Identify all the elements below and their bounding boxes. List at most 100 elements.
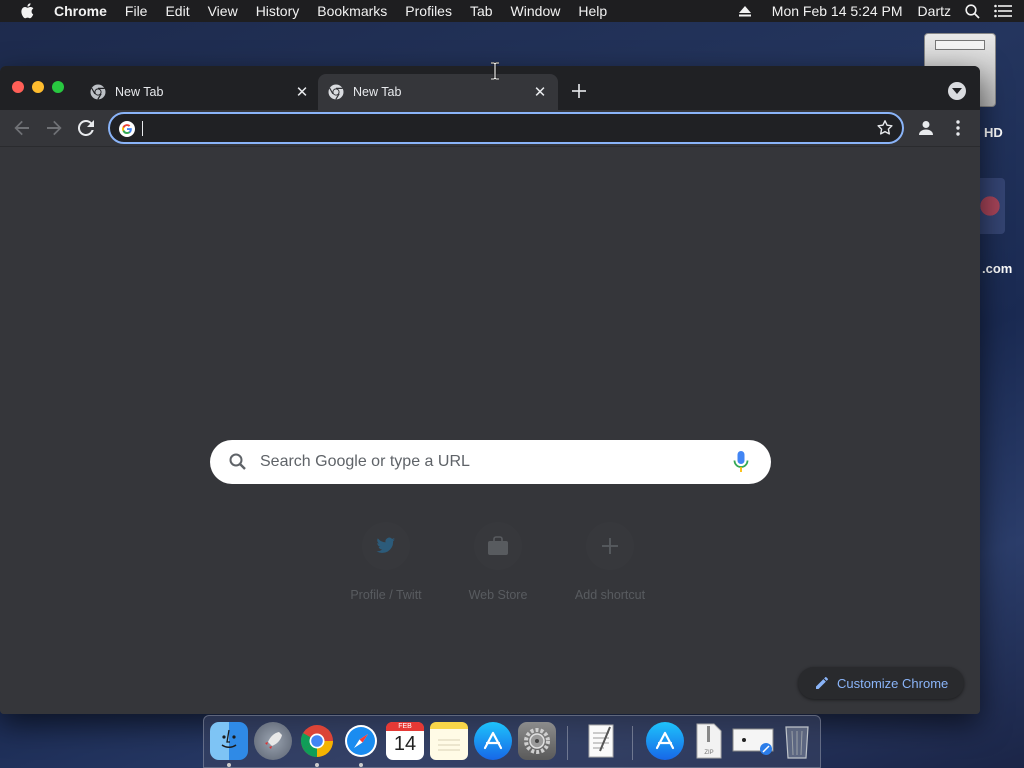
add-shortcut-button[interactable]: Add shortcut bbox=[554, 522, 666, 602]
dock-launchpad[interactable] bbox=[254, 722, 292, 760]
textedit-icon bbox=[588, 724, 614, 758]
apple-menu[interactable] bbox=[0, 3, 54, 19]
tab-title: New Tab bbox=[353, 85, 402, 99]
web-store-icon bbox=[488, 536, 508, 555]
rocket-icon bbox=[265, 732, 282, 749]
google-g-icon bbox=[119, 121, 135, 137]
app-store-icon bbox=[483, 731, 503, 750]
dock-archive[interactable]: ZIP bbox=[690, 722, 728, 760]
tab-new-tab-2[interactable]: New Tab ✕ bbox=[318, 74, 558, 110]
chrome-menu-button[interactable] bbox=[944, 114, 972, 142]
dock-safari[interactable] bbox=[342, 722, 380, 760]
menu-profiles[interactable]: Profiles bbox=[396, 0, 461, 22]
svg-text:ZIP: ZIP bbox=[704, 750, 713, 756]
address-input[interactable] bbox=[142, 118, 842, 138]
minimize-window-button[interactable] bbox=[32, 81, 44, 93]
eject-menu[interactable] bbox=[732, 5, 758, 17]
notification-center-button[interactable] bbox=[987, 4, 1024, 18]
customize-chrome-button[interactable]: Customize Chrome bbox=[798, 667, 964, 699]
menu-tab[interactable]: Tab bbox=[461, 0, 502, 22]
menu-edit[interactable]: Edit bbox=[156, 0, 198, 22]
dock-applications[interactable] bbox=[646, 722, 684, 760]
hard-drive-label: HD bbox=[984, 125, 1003, 140]
text-cursor-icon bbox=[491, 62, 499, 80]
shortcut-label: Web Store bbox=[468, 588, 528, 602]
shortcut-label: Profile / Twitt bbox=[350, 588, 422, 602]
chrome-favicon-icon bbox=[90, 84, 106, 100]
dock-system-preferences[interactable] bbox=[518, 722, 556, 760]
dock-app-store[interactable] bbox=[474, 722, 512, 760]
menu-window[interactable]: Window bbox=[502, 0, 570, 22]
search-icon bbox=[229, 453, 246, 470]
tab-search-button[interactable] bbox=[948, 82, 966, 100]
dock-preview[interactable] bbox=[732, 722, 774, 760]
plus-icon bbox=[572, 84, 586, 98]
zoom-window-button[interactable] bbox=[52, 81, 64, 93]
back-button[interactable] bbox=[8, 114, 36, 142]
dock-calendar[interactable]: FEB 14 bbox=[386, 722, 424, 760]
address-bar[interactable] bbox=[108, 112, 904, 144]
menubar-clock[interactable]: Mon Feb 14 5:24 PM bbox=[758, 3, 910, 19]
desktop-app-label: .com bbox=[982, 261, 1013, 276]
tab-close-icon[interactable]: ✕ bbox=[292, 82, 312, 102]
ntp-search-box[interactable]: Search Google or type a URL bbox=[210, 440, 771, 484]
spotlight-search-icon bbox=[965, 3, 980, 19]
tab-close-icon[interactable]: ✕ bbox=[530, 82, 550, 102]
running-indicator bbox=[227, 763, 231, 767]
apple-icon bbox=[21, 3, 34, 19]
running-indicator bbox=[359, 763, 363, 767]
dock-textedit[interactable] bbox=[582, 722, 620, 760]
new-tab-page: Search Google or type a URL Profile / Tw… bbox=[0, 146, 980, 714]
shortcut-tile[interactable]: Profile / Twitt bbox=[330, 522, 442, 602]
dock-trash[interactable] bbox=[778, 722, 816, 760]
twitter-icon bbox=[376, 537, 395, 553]
applications-folder-icon bbox=[655, 731, 675, 750]
preview-window-icon bbox=[732, 728, 774, 755]
list-icon bbox=[994, 4, 1012, 18]
arrow-forward-icon bbox=[47, 120, 62, 136]
menu-history[interactable]: History bbox=[247, 0, 309, 22]
dock-finder[interactable] bbox=[210, 722, 248, 760]
finder-icon bbox=[221, 729, 237, 748]
forward-button[interactable] bbox=[40, 114, 68, 142]
menu-bar: Chrome File Edit View History Bookmarks … bbox=[0, 0, 1024, 22]
shortcut-tile[interactable]: Web Store bbox=[442, 522, 554, 602]
profile-avatar-icon bbox=[919, 121, 933, 135]
menu-file[interactable]: File bbox=[116, 0, 157, 22]
new-tab-button[interactable] bbox=[568, 80, 590, 102]
reload-button[interactable] bbox=[72, 114, 100, 142]
notes-icon bbox=[438, 739, 460, 751]
zip-file-icon: ZIP bbox=[696, 723, 722, 759]
safari-compass-icon bbox=[345, 725, 377, 757]
chevron-down-icon bbox=[952, 88, 962, 94]
pencil-icon bbox=[816, 676, 829, 689]
eject-icon bbox=[738, 5, 751, 16]
microphone-icon[interactable] bbox=[731, 450, 751, 474]
bookmark-star-icon[interactable] bbox=[876, 119, 894, 137]
more-vert-icon bbox=[956, 120, 960, 136]
close-window-button[interactable] bbox=[12, 81, 24, 93]
menubar-user[interactable]: Dartz bbox=[910, 3, 958, 19]
menu-bookmarks[interactable]: Bookmarks bbox=[308, 0, 396, 22]
shortcut-label: Add shortcut bbox=[574, 588, 646, 602]
trash-icon bbox=[785, 726, 809, 759]
toolbar bbox=[0, 110, 980, 146]
shortcuts-grid: Profile / Twitt Web Store Add shortcut bbox=[330, 522, 666, 602]
dock-chrome[interactable] bbox=[298, 722, 336, 760]
profile-button[interactable] bbox=[912, 114, 940, 142]
spotlight-button[interactable] bbox=[958, 3, 987, 19]
dock-separator bbox=[567, 726, 568, 760]
dock-notes[interactable] bbox=[430, 722, 468, 760]
menu-view[interactable]: View bbox=[199, 0, 247, 22]
menu-app-name[interactable]: Chrome bbox=[54, 0, 116, 22]
calendar-day: 14 bbox=[393, 733, 417, 755]
search-placeholder: Search Google or type a URL bbox=[260, 453, 470, 470]
arrow-back-icon bbox=[14, 120, 29, 136]
reload-icon bbox=[78, 120, 94, 136]
tab-new-tab-1[interactable]: New Tab ✕ bbox=[80, 74, 320, 110]
menu-help[interactable]: Help bbox=[569, 0, 616, 22]
chrome-window: New Tab ✕ New Tab ✕ Search Google or typ… bbox=[0, 66, 980, 714]
customize-chrome-label: Customize Chrome bbox=[837, 675, 949, 691]
dock-separator bbox=[632, 726, 633, 760]
chrome-favicon-icon bbox=[328, 84, 344, 100]
